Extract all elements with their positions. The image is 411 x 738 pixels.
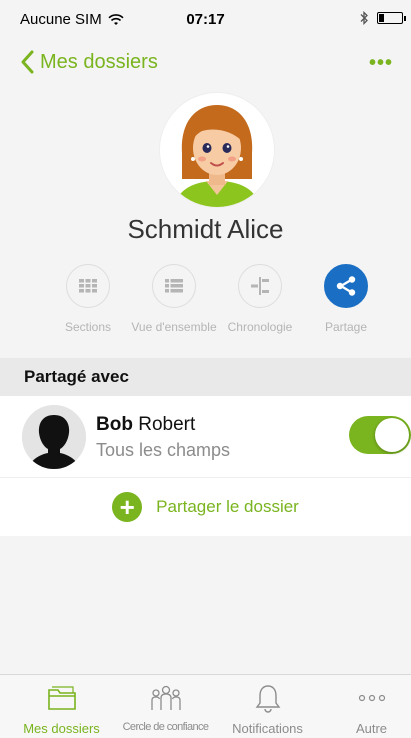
woman-avatar-illustration	[160, 93, 274, 207]
overview-icon-circle	[152, 264, 196, 308]
back-button[interactable]: Mes dossiers	[20, 50, 158, 74]
tab-trust-circle-label: Cercle de confiance	[122, 721, 209, 733]
person-silhouette-icon	[22, 405, 86, 469]
profile-name: Schmidt Alice	[127, 214, 284, 244]
clock: 07:17	[186, 11, 225, 28]
more-options-button[interactable]: •••	[369, 52, 393, 75]
tab-my-folders[interactable]: Mes dossiers	[10, 681, 113, 736]
contact-row[interactable]: Bob Robert Tous les champs	[0, 396, 411, 478]
timeline-icon-circle	[238, 264, 282, 308]
status-bar: Aucune SIM 07:17	[0, 0, 411, 40]
tab-trust-circle[interactable]: Cercle de confiance	[114, 681, 217, 733]
toggle-knob	[375, 418, 409, 452]
share-button[interactable]: Partage	[302, 264, 390, 335]
sections-label: Sections	[64, 320, 112, 334]
contact-first-name: Bob	[96, 414, 133, 435]
folder-actions: Sections Vue d'ensemble Chronologie Part…	[44, 264, 394, 354]
bluetooth-icon	[360, 11, 368, 25]
share-icon-circle	[324, 264, 368, 308]
timeline-label: Chronologie	[227, 320, 293, 334]
contact-avatar	[22, 405, 86, 469]
share-label: Partage	[324, 320, 368, 334]
overview-button[interactable]: Vue d'ensemble	[130, 264, 218, 335]
tab-bar: Mes dossiers Cercle de confiance Notific…	[0, 674, 411, 738]
people-icon	[150, 685, 181, 710]
tab-my-folders-label: Mes dossiers	[23, 721, 100, 736]
share-folder-button[interactable]: + Partager le dossier	[0, 478, 411, 536]
tab-notifications-label: Notifications	[232, 721, 303, 736]
section-header-shared-with: Partagé avec	[0, 358, 411, 396]
timeline-button[interactable]: Chronologie	[216, 264, 304, 335]
timeline-icon	[251, 277, 269, 295]
shared-with-list: Bob Robert Tous les champs + Partager le…	[0, 396, 411, 536]
more-icon	[358, 694, 385, 702]
back-label: Mes dossiers	[40, 50, 158, 73]
grid-icon	[79, 279, 97, 293]
sections-icon-circle	[66, 264, 110, 308]
share-folder-label: Partager le dossier	[156, 497, 299, 516]
share-icon	[336, 276, 356, 296]
contact-access-level: Tous les champs	[96, 440, 231, 460]
battery-icon	[377, 12, 406, 24]
overview-label: Vue d'ensemble	[131, 320, 217, 334]
list-icon	[165, 279, 183, 293]
contact-name: Bob Robert	[96, 414, 195, 436]
contact-last-name: Robert	[138, 414, 196, 435]
tab-other-label: Autre	[355, 721, 388, 736]
folder-icon	[47, 686, 76, 710]
tab-notifications[interactable]: Notifications	[216, 681, 319, 736]
chevron-left-icon	[21, 50, 34, 74]
sections-button[interactable]: Sections	[44, 264, 132, 335]
bell-icon	[255, 685, 280, 713]
share-toggle[interactable]	[349, 416, 411, 454]
profile-avatar	[160, 93, 274, 207]
nav-bar: Mes dossiers •••	[0, 40, 411, 84]
tab-other[interactable]: Autre	[320, 681, 411, 736]
plus-circle-icon: +	[112, 492, 143, 522]
